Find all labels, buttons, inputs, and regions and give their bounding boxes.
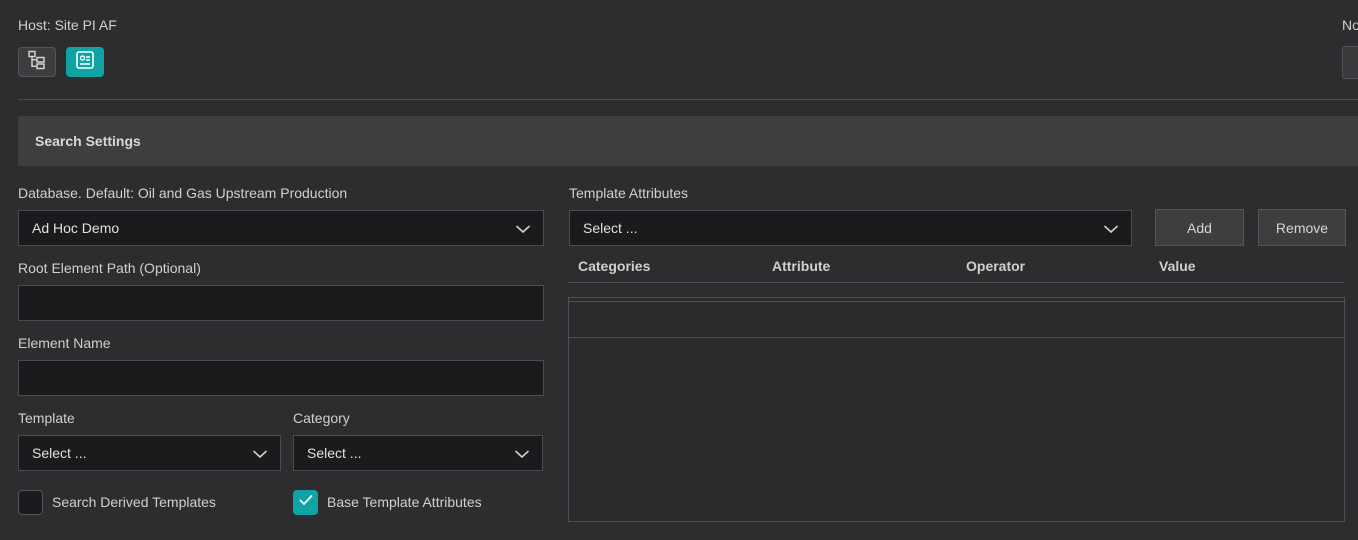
chevron-down-icon <box>1103 222 1119 238</box>
search-settings-header: Search Settings <box>18 116 1358 166</box>
database-select-value: Ad Hoc Demo <box>32 220 120 236</box>
search-derived-templates-checkbox[interactable] <box>18 490 43 515</box>
database-label: Database. Default: Oil and Gas Upstream … <box>18 185 348 201</box>
template-attributes-select[interactable]: Select ... <box>569 210 1132 246</box>
attributes-grid <box>568 297 1345 522</box>
root-element-path-input[interactable] <box>18 285 544 321</box>
root-element-path-label: Root Element Path (Optional) <box>18 260 201 276</box>
checkmark-icon <box>298 493 314 512</box>
chevron-down-icon <box>252 447 268 463</box>
right-header-label: No <box>1342 17 1358 33</box>
af-search-page: Host: Site PI AF No Search Settings Data… <box>0 0 1358 540</box>
column-header-value[interactable]: Value <box>1159 258 1196 274</box>
right-header-button[interactable] <box>1342 46 1358 79</box>
section-title: Search Settings <box>35 133 141 149</box>
tree-view-button[interactable] <box>18 47 56 77</box>
add-button[interactable]: Add <box>1155 209 1244 246</box>
column-header-operator[interactable]: Operator <box>966 258 1025 274</box>
column-header-categories[interactable]: Categories <box>578 258 650 274</box>
base-template-attributes-checkbox[interactable] <box>293 490 318 515</box>
header-divider <box>18 99 1358 100</box>
base-template-attributes-label: Base Template Attributes <box>327 494 482 510</box>
database-select[interactable]: Ad Hoc Demo <box>18 210 544 246</box>
template-attributes-label: Template Attributes <box>569 185 689 201</box>
element-name-input[interactable] <box>18 360 544 396</box>
chevron-down-icon <box>514 447 530 463</box>
card-view-icon <box>75 50 95 75</box>
element-name-label: Element Name <box>18 335 111 351</box>
chevron-down-icon <box>515 222 531 238</box>
category-label: Category <box>293 410 350 426</box>
host-label: Host: Site PI AF <box>18 17 117 33</box>
remove-button[interactable]: Remove <box>1258 209 1346 246</box>
card-view-button[interactable] <box>66 47 104 77</box>
template-attributes-select-value: Select ... <box>583 220 638 236</box>
category-select-value: Select ... <box>307 445 362 461</box>
column-header-attribute[interactable]: Attribute <box>772 258 830 274</box>
table-row[interactable] <box>569 301 1344 338</box>
template-select-value: Select ... <box>32 445 87 461</box>
category-select[interactable]: Select ... <box>293 435 543 471</box>
search-derived-templates-label: Search Derived Templates <box>52 494 216 510</box>
column-header-divider <box>568 282 1344 283</box>
tree-view-icon <box>27 50 47 75</box>
template-select[interactable]: Select ... <box>18 435 281 471</box>
template-label: Template <box>18 410 75 426</box>
